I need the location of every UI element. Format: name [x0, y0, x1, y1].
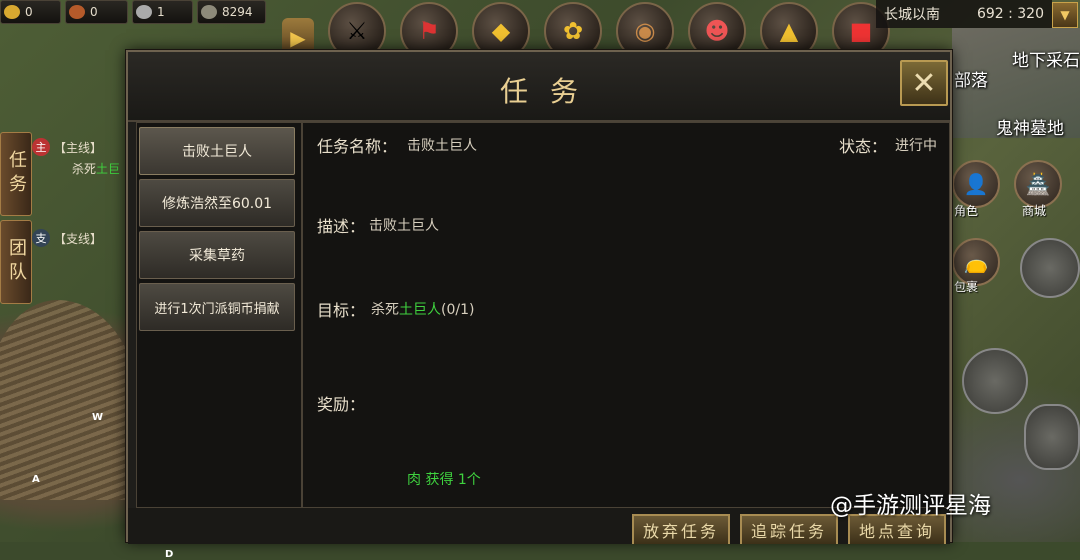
quest-list-item[interactable]: 修炼浩然至60.01	[139, 179, 295, 227]
quest-list-item[interactable]: 采集草药	[139, 231, 295, 279]
corner-letter: D	[165, 549, 174, 560]
location-bar: 长城以南 692 : 320	[876, 0, 1052, 28]
goal-target: 土巨人	[399, 302, 441, 318]
resource-value: 0	[90, 5, 98, 19]
main-quest-tag: 【主线】	[54, 140, 103, 155]
quest-list: 击败土巨人 修炼浩然至60.01 采集草药 进行1次门派铜币捐献 D	[136, 122, 302, 560]
tracker-desc-text: 杀死	[72, 162, 97, 176]
meditate-skill-button[interactable]	[962, 348, 1028, 414]
map-label-cave: 地下采石	[1012, 51, 1080, 71]
map-marker-a: A	[32, 474, 40, 485]
resource-value: 1	[157, 5, 165, 19]
bag-label: 包裹	[954, 280, 979, 294]
dialog-header: 任务 ✕	[128, 52, 950, 122]
close-button[interactable]: ✕	[900, 60, 948, 106]
shop-label: 商城	[1022, 204, 1047, 218]
attack-skill-button[interactable]	[1020, 238, 1080, 298]
tracker-target-text: 土巨	[96, 162, 121, 176]
watermark: @手游测评星海	[830, 486, 991, 520]
tracker-main-desc: 杀死土巨	[32, 160, 128, 177]
quest-goal-value: 杀死土巨人(0/1)	[371, 299, 474, 319]
resource-value: 0	[25, 5, 33, 19]
quest-detail-panel: 任务名称： 击败土巨人 状态： 进行中 描述： 击败土巨人 目标： 杀死土巨人(…	[302, 122, 950, 508]
chevron-down-icon[interactable]: ▼	[1052, 2, 1078, 28]
track-quest-button[interactable]: 追踪任务	[740, 514, 838, 544]
resource-medal: 0	[65, 0, 128, 24]
resource-bar: 0 0 1 8294	[0, 0, 266, 24]
character-button[interactable]: 👤	[952, 160, 1000, 208]
medal-icon	[69, 5, 85, 19]
side-tabs: 任务 团队	[0, 132, 32, 308]
map-marker-w: W	[92, 412, 104, 423]
quest-status-label: 状态：	[839, 137, 888, 156]
quest-name-label: 任务名称：	[317, 137, 398, 156]
tab-team[interactable]: 团队	[0, 220, 32, 304]
resource-sack: 8294	[197, 0, 266, 24]
quest-tracker[interactable]: 主 【主线】 杀死土巨 支 【支线】	[32, 138, 128, 251]
location-coords: 692 : 320	[976, 6, 1044, 22]
watermark-text: @手游测评星海	[830, 493, 991, 519]
quest-reward-label: 奖励：	[317, 395, 366, 414]
tracker-main-quest[interactable]: 主 【主线】	[32, 138, 128, 156]
tab-quest[interactable]: 任务	[0, 132, 32, 216]
jump-skill-button[interactable]	[1024, 404, 1080, 470]
location-name: 长城以南	[884, 7, 940, 23]
shop-button[interactable]: 🏯	[1014, 160, 1062, 208]
side-quest-badge: 支	[32, 229, 50, 247]
sack-icon	[201, 5, 217, 19]
close-icon: ✕	[911, 65, 937, 101]
goal-prefix: 杀死	[371, 302, 399, 318]
quest-list-item[interactable]: 击败土巨人	[139, 127, 295, 175]
goal-progress: (0/1)	[441, 302, 475, 318]
map-label-tomb: 鬼神墓地	[996, 119, 1064, 139]
main-quest-badge: 主	[32, 138, 50, 156]
side-quest-tag: 【支线】	[54, 231, 103, 246]
quest-desc-value: 击败土巨人	[369, 218, 439, 234]
quest-reward-item: 肉 获得 1个	[407, 472, 481, 488]
tracker-side-quest[interactable]: 支 【支线】	[32, 229, 128, 247]
quest-desc-label: 描述：	[317, 217, 366, 236]
gold-ingot-icon	[4, 5, 20, 19]
quest-status-value: 进行中	[895, 138, 937, 154]
dialog-title: 任务	[499, 75, 600, 108]
resource-gold-ingot: 0	[0, 0, 61, 24]
character-label: 角色	[954, 204, 979, 218]
resource-value: 8294	[222, 5, 253, 19]
quest-list-item[interactable]: 进行1次门派铜币捐献	[139, 283, 295, 331]
quest-goal-label: 目标：	[317, 301, 366, 320]
map-label-tribe: 部落	[954, 71, 988, 91]
resource-silver: 1	[132, 0, 193, 24]
silver-coin-icon	[136, 5, 152, 19]
quest-name-value: 击败土巨人	[407, 138, 477, 154]
quest-dialog: 任务 ✕ 击败土巨人 修炼浩然至60.01 采集草药 进行1次门派铜币捐献 D …	[126, 50, 952, 560]
abandon-quest-button[interactable]: 放弃任务	[632, 514, 730, 544]
